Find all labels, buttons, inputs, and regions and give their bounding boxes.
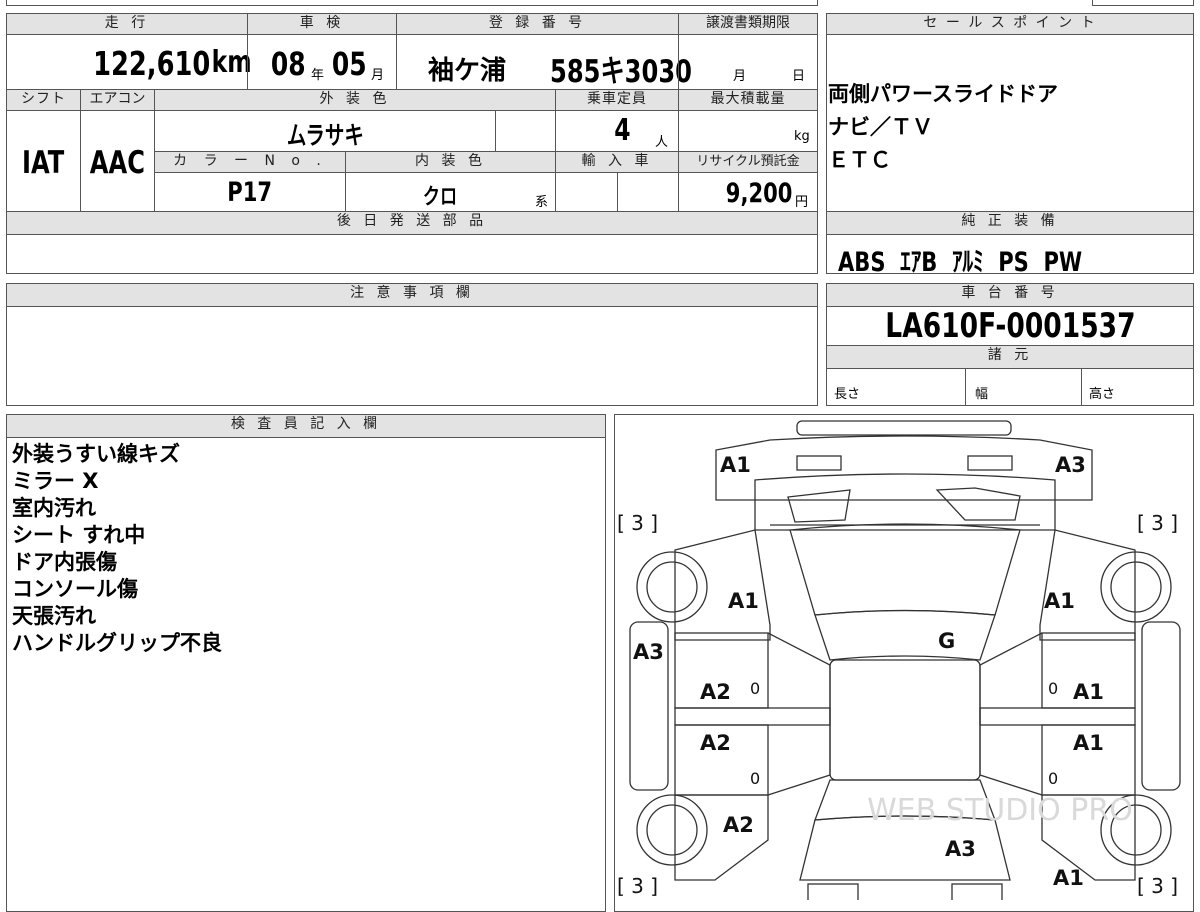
equipment-value: ABS ｴｱB ｱﾙﾐ PS PW bbox=[838, 247, 1083, 278]
exterior-color-extra-cell bbox=[495, 110, 556, 152]
header-interior-color: 内 装 色 bbox=[345, 151, 556, 173]
sales-point-list: 両側パワースライドドア ナビ／ＴＶ ＥＴＣ bbox=[828, 78, 1188, 177]
remark-item: ドア内張傷 bbox=[12, 550, 117, 574]
length-label: 長さ bbox=[834, 387, 861, 402]
car-diagram-frame bbox=[614, 414, 1194, 912]
chassis-no-value: LA610F-0001537 bbox=[884, 306, 1136, 346]
header-recycle: リサイクル預託金 bbox=[678, 151, 818, 173]
capacity-unit: 人 bbox=[655, 135, 669, 150]
remark-item: 天張汚れ bbox=[12, 604, 96, 628]
header-color-no: カ ラ ー N o . bbox=[154, 151, 346, 173]
shift-value: IAT bbox=[22, 145, 65, 181]
remark-item: 外装うすい線キズ bbox=[12, 442, 180, 466]
header-max-load: 最大積載量 bbox=[678, 89, 818, 111]
header-inspection: 車 検 bbox=[247, 13, 397, 35]
inspection-month: 05 bbox=[331, 45, 367, 83]
header-chassis-no: 車 台 番 号 bbox=[826, 283, 1194, 307]
year-unit: 年 bbox=[311, 68, 325, 83]
header-genuine-equipment: 純 正 装 備 bbox=[826, 211, 1194, 235]
header-plate: 登 録 番 号 bbox=[396, 13, 679, 35]
header-exterior-color: 外 装 色 bbox=[154, 89, 556, 111]
sales-point-item: 両側パワースライドドア bbox=[828, 82, 1058, 106]
capacity-value: 4 bbox=[614, 113, 631, 148]
aircon-value: AAC bbox=[89, 145, 146, 181]
header-notes: 注 意 事 項 欄 bbox=[6, 283, 818, 307]
recycle-value: 9,200 bbox=[725, 178, 792, 209]
interior-color-value: クロ bbox=[422, 185, 458, 210]
header-mileage: 走 行 bbox=[6, 13, 248, 35]
top-strip bbox=[6, 0, 818, 6]
header-shift: シフト bbox=[6, 89, 81, 111]
interior-color-suffix: 系 bbox=[535, 195, 549, 210]
deadline-day-unit: 日 bbox=[792, 69, 806, 84]
height-label: 高さ bbox=[1089, 387, 1116, 402]
header-capacity: 乗車定員 bbox=[555, 89, 679, 111]
inspection-year: 08 bbox=[270, 45, 306, 83]
remark-item: コンソール傷 bbox=[12, 577, 138, 601]
import-cell-left bbox=[555, 172, 618, 212]
top-strip-right bbox=[1092, 0, 1194, 6]
month-unit: 月 bbox=[371, 68, 385, 83]
header-import: 輸 入 車 bbox=[555, 151, 679, 173]
header-sales-point: セ ー ル ス ポ イ ン ト bbox=[826, 13, 1194, 35]
max-load-unit: kg bbox=[794, 129, 810, 144]
sales-point-item: ＥＴＣ bbox=[828, 148, 891, 172]
remark-item: シート すれ中 bbox=[12, 523, 146, 547]
header-inspector: 検 査 員 記 入 欄 bbox=[6, 414, 606, 438]
remark-item: ハンドルグリップ不良 bbox=[12, 631, 222, 655]
header-specs: 諸 元 bbox=[826, 345, 1194, 369]
width-label: 幅 bbox=[975, 387, 989, 402]
mileage-value: 122,610 bbox=[93, 44, 211, 83]
header-later-parts: 後 日 発 送 部 品 bbox=[6, 211, 818, 235]
header-aircon: エアコン bbox=[80, 89, 155, 111]
remark-item: 室内汚れ bbox=[12, 496, 96, 520]
remark-item: ミラー X bbox=[12, 469, 99, 493]
color-no-value: P17 bbox=[227, 177, 273, 208]
exterior-color-value: ムラサキ bbox=[286, 121, 364, 150]
import-cell-right bbox=[617, 172, 679, 212]
inspector-remarks-list: 外装うすい線キズ ミラー X 室内汚れ シート すれ中 ドア内張傷 コンソール傷… bbox=[12, 441, 592, 657]
deadline-month-unit: 月 bbox=[733, 69, 747, 84]
header-transfer-deadline: 譲渡書類期限 bbox=[678, 13, 818, 35]
recycle-unit: 円 bbox=[795, 195, 809, 210]
plate-area: 袖ケ浦 bbox=[428, 56, 507, 86]
notes-cell bbox=[6, 306, 818, 406]
sales-point-item: ナビ／ＴＶ bbox=[828, 115, 933, 139]
later-parts-cell bbox=[6, 234, 818, 274]
